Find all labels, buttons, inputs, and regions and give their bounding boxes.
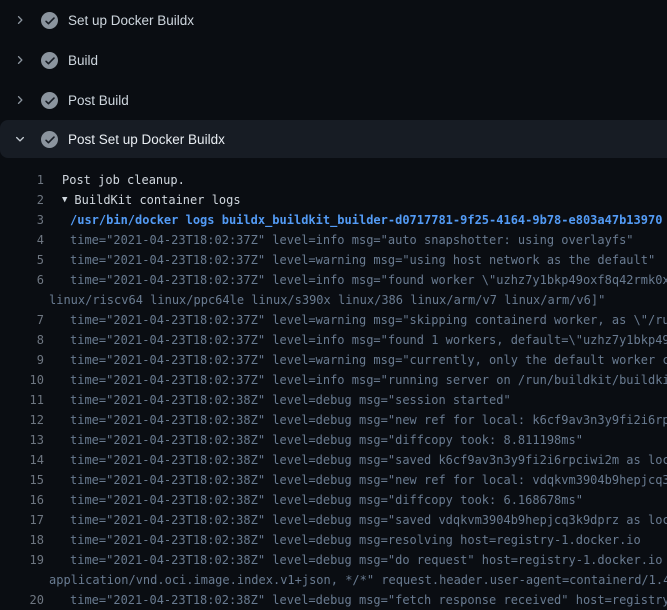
line-number[interactable]: 13 bbox=[0, 430, 44, 450]
line-number[interactable] bbox=[0, 570, 44, 590]
step-row-0[interactable]: Set up Docker Buildx bbox=[0, 0, 667, 40]
log-line: 4 time="2021-04-23T18:02:37Z" level=info… bbox=[0, 230, 667, 250]
log-line: linux/riscv64 linux/ppc64le linux/s390x … bbox=[0, 290, 667, 310]
line-number[interactable]: 19 bbox=[0, 550, 44, 570]
log-text: time="2021-04-23T18:02:38Z" level=debug … bbox=[44, 410, 667, 430]
log-line: 10 time="2021-04-23T18:02:37Z" level=inf… bbox=[0, 370, 667, 390]
log-area: 1 Post job cleanup. 2 ▼ BuildKit contain… bbox=[0, 158, 667, 610]
line-number[interactable]: 5 bbox=[0, 250, 44, 270]
log-line: 13 time="2021-04-23T18:02:38Z" level=deb… bbox=[0, 430, 667, 450]
line-number[interactable]: 14 bbox=[0, 450, 44, 470]
log-text: time="2021-04-23T18:02:38Z" level=debug … bbox=[44, 390, 511, 410]
line-number[interactable]: 10 bbox=[0, 370, 44, 390]
log-text: time="2021-04-23T18:02:37Z" level=info m… bbox=[44, 230, 634, 250]
log-text: application/vnd.oci.image.index.v1+json,… bbox=[44, 570, 667, 590]
log-text: time="2021-04-23T18:02:38Z" level=debug … bbox=[44, 470, 667, 490]
log-line: 17 time="2021-04-23T18:02:38Z" level=deb… bbox=[0, 510, 667, 530]
log-text: time="2021-04-23T18:02:38Z" level=debug … bbox=[44, 450, 667, 470]
check-circle-icon bbox=[41, 131, 58, 148]
log-line: 1 Post job cleanup. bbox=[0, 170, 667, 190]
line-number[interactable]: 12 bbox=[0, 410, 44, 430]
log-text: time="2021-04-23T18:02:37Z" level=info m… bbox=[44, 270, 667, 290]
step-label: Build bbox=[68, 53, 98, 68]
line-number[interactable]: 15 bbox=[0, 470, 44, 490]
log-line: 7 time="2021-04-23T18:02:37Z" level=warn… bbox=[0, 310, 667, 330]
line-number[interactable]: 4 bbox=[0, 230, 44, 250]
log-line: 14 time="2021-04-23T18:02:38Z" level=deb… bbox=[0, 450, 667, 470]
line-number[interactable]: 1 bbox=[0, 170, 44, 190]
log-text: Post job cleanup. bbox=[44, 170, 185, 190]
line-number[interactable]: 17 bbox=[0, 510, 44, 530]
step-row-3[interactable]: Post Set up Docker Buildx bbox=[0, 120, 667, 158]
actions-log-viewer: Set up Docker Buildx Build Post Build bbox=[0, 0, 667, 600]
log-text: time="2021-04-23T18:02:37Z" level=info m… bbox=[44, 370, 667, 390]
log-line: 3 /usr/bin/docker logs buildx_buildkit_b… bbox=[0, 210, 667, 230]
log-line: 9 time="2021-04-23T18:02:37Z" level=warn… bbox=[0, 350, 667, 370]
log-line: 11 time="2021-04-23T18:02:38Z" level=deb… bbox=[0, 390, 667, 410]
chevron-down-icon bbox=[13, 132, 27, 146]
check-circle-icon bbox=[41, 12, 58, 29]
log-text: /usr/bin/docker logs buildx_buildkit_bui… bbox=[44, 210, 662, 230]
log-text: time="2021-04-23T18:02:38Z" level=debug … bbox=[44, 530, 641, 550]
line-number[interactable]: 2 bbox=[0, 190, 44, 210]
log-text: time="2021-04-23T18:02:38Z" level=debug … bbox=[44, 430, 583, 450]
log-line: 20 time="2021-04-23T18:02:38Z" level=deb… bbox=[0, 590, 667, 610]
line-number[interactable]: 9 bbox=[0, 350, 44, 370]
line-number[interactable]: 6 bbox=[0, 270, 44, 290]
step-row-2[interactable]: Post Build bbox=[0, 80, 667, 120]
log-line: application/vnd.oci.image.index.v1+json,… bbox=[0, 570, 667, 590]
log-text: time="2021-04-23T18:02:37Z" level=warnin… bbox=[44, 350, 667, 370]
check-circle-icon bbox=[41, 52, 58, 69]
log-text: time="2021-04-23T18:02:37Z" level=info m… bbox=[44, 330, 667, 350]
line-number[interactable]: 16 bbox=[0, 490, 44, 510]
chevron-right-icon bbox=[13, 93, 27, 107]
log-line: 5 time="2021-04-23T18:02:37Z" level=warn… bbox=[0, 250, 667, 270]
chevron-right-icon bbox=[13, 13, 27, 27]
log-text: time="2021-04-23T18:02:38Z" level=debug … bbox=[44, 550, 667, 570]
log-line: 6 time="2021-04-23T18:02:37Z" level=info… bbox=[0, 270, 667, 290]
step-list: Set up Docker Buildx Build Post Build bbox=[0, 0, 667, 158]
step-label: Post Set up Docker Buildx bbox=[68, 132, 225, 147]
triangle-down-icon[interactable]: ▼ bbox=[44, 190, 67, 210]
log-line: 15 time="2021-04-23T18:02:38Z" level=deb… bbox=[0, 470, 667, 490]
step-label: Set up Docker Buildx bbox=[68, 13, 194, 28]
line-number[interactable]: 20 bbox=[0, 590, 44, 610]
log-text: time="2021-04-23T18:02:38Z" level=debug … bbox=[44, 590, 667, 610]
log-text: time="2021-04-23T18:02:38Z" level=debug … bbox=[44, 490, 583, 510]
chevron-right-icon bbox=[13, 53, 27, 67]
log-line: 18 time="2021-04-23T18:02:38Z" level=deb… bbox=[0, 530, 667, 550]
line-number[interactable]: 7 bbox=[0, 310, 44, 330]
log-line: 12 time="2021-04-23T18:02:38Z" level=deb… bbox=[0, 410, 667, 430]
line-number[interactable]: 18 bbox=[0, 530, 44, 550]
log-text: time="2021-04-23T18:02:37Z" level=warnin… bbox=[44, 310, 667, 330]
line-number[interactable]: 3 bbox=[0, 210, 44, 230]
log-text: time="2021-04-23T18:02:37Z" level=warnin… bbox=[44, 250, 655, 270]
log-line: 16 time="2021-04-23T18:02:38Z" level=deb… bbox=[0, 490, 667, 510]
log-text: linux/riscv64 linux/ppc64le linux/s390x … bbox=[44, 290, 605, 310]
log-text: BuildKit container logs bbox=[67, 190, 240, 210]
step-label: Post Build bbox=[68, 93, 129, 108]
step-row-1[interactable]: Build bbox=[0, 40, 667, 80]
line-number[interactable] bbox=[0, 290, 44, 310]
log-line: 2 ▼ BuildKit container logs bbox=[0, 190, 667, 210]
log-text: time="2021-04-23T18:02:38Z" level=debug … bbox=[44, 510, 667, 530]
check-circle-icon bbox=[41, 92, 58, 109]
line-number[interactable]: 11 bbox=[0, 390, 44, 410]
line-number[interactable]: 8 bbox=[0, 330, 44, 350]
log-line: 19 time="2021-04-23T18:02:38Z" level=deb… bbox=[0, 550, 667, 570]
log-line: 8 time="2021-04-23T18:02:37Z" level=info… bbox=[0, 330, 667, 350]
